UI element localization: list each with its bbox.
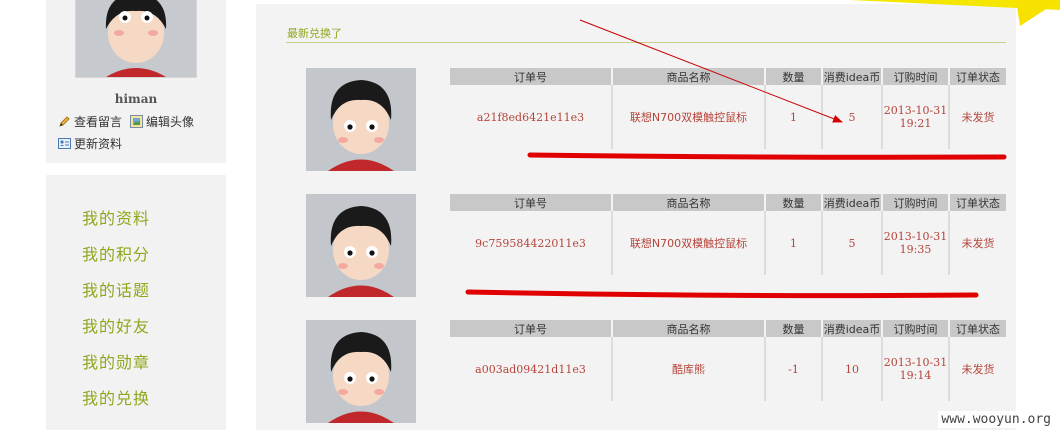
header-product-name: 商品名称 — [612, 194, 766, 211]
table-row: 9c759584422011e3 联想N700双模触控鼠标 1 5 2013-1… — [450, 211, 1006, 275]
view-messages-link[interactable]: 查看留言 — [58, 113, 122, 130]
sidebar-item-my-medals[interactable]: 我的勋章 — [82, 349, 150, 373]
table-row: a003ad09421d11e3 酷库熊 -1 10 2013-10-31 19:… — [450, 337, 1006, 401]
section-divider — [286, 42, 1006, 43]
header-order-time: 订购时间 — [882, 194, 950, 211]
order-table: 订单号 商品名称 数量 消费idea币 订购时间 订单状态 9c75958442… — [450, 194, 1006, 275]
header-quantity: 数量 — [765, 68, 823, 85]
order-product-avatar[interactable] — [306, 320, 416, 423]
edit-avatar-link[interactable]: 编辑头像 — [130, 113, 194, 130]
order-number-cell: 9c759584422011e3 — [450, 211, 613, 275]
header-order-no: 订单号 — [450, 68, 613, 85]
order-date: 2013-10-31 — [883, 356, 948, 369]
cost-cell: 5 — [822, 85, 883, 149]
header-order-time: 订购时间 — [882, 320, 950, 337]
profile-avatar[interactable] — [75, 0, 197, 78]
status-cell: 未发货 — [949, 337, 1006, 401]
order-product-avatar[interactable] — [306, 68, 416, 171]
order-table-header: 订单号 商品名称 数量 消费idea币 订购时间 订单状态 — [450, 68, 1006, 85]
header-order-time: 订购时间 — [882, 68, 950, 85]
order-date: 2013-10-31 — [883, 104, 948, 117]
sidebar-item-my-exchanges[interactable]: 我的兑换 — [82, 385, 150, 409]
order-table-header: 订单号 商品名称 数量 消费idea币 订购时间 订单状态 — [450, 194, 1006, 211]
header-cost: 消费idea币 — [822, 194, 883, 211]
header-order-status: 订单状态 — [949, 68, 1006, 85]
sidebar-nav: 我的资料 我的积分 我的话题 我的好友 我的勋章 我的兑换 — [46, 175, 226, 430]
order-clock: 19:21 — [899, 117, 932, 130]
profile-card: himan 查看留言 编辑头像 更新资料 — [46, 0, 226, 163]
order-table: 订单号 商品名称 数量 消费idea币 订购时间 订单状态 a003ad0942… — [450, 320, 1006, 401]
pencil-icon — [58, 115, 71, 128]
id-card-icon — [58, 137, 71, 150]
order-clock: 19:35 — [899, 243, 932, 256]
header-order-no: 订单号 — [450, 194, 613, 211]
header-order-no: 订单号 — [450, 320, 613, 337]
order-time-cell: 2013-10-31 19:35 — [882, 211, 950, 275]
header-quantity: 数量 — [765, 194, 823, 211]
section-title: 最新兑换了 — [287, 27, 342, 40]
picture-icon — [130, 115, 143, 128]
update-profile-link[interactable]: 更新资料 — [58, 135, 122, 152]
sidebar-item-my-topics[interactable]: 我的话题 — [82, 277, 150, 301]
header-order-status: 订单状态 — [949, 320, 1006, 337]
product-name-cell: 联想N700双模触控鼠标 — [612, 211, 766, 275]
order-product-avatar[interactable] — [306, 194, 416, 297]
order-clock: 19:14 — [899, 369, 932, 382]
table-row: a21f8ed6421e11e3 联想N700双模触控鼠标 1 5 2013-1… — [450, 85, 1006, 149]
cost-cell: 10 — [822, 337, 883, 401]
update-profile-label: 更新资料 — [74, 137, 123, 151]
watermark: www.wooyun.org — [938, 411, 1054, 428]
sidebar-item-my-points[interactable]: 我的积分 — [82, 241, 150, 265]
header-cost: 消费idea币 — [822, 68, 883, 85]
quantity-cell: -1 — [765, 337, 823, 401]
header-order-status: 订单状态 — [949, 194, 1006, 211]
cartoon-boy-avatar-icon — [306, 68, 416, 171]
order-number-cell: a003ad09421d11e3 — [450, 337, 613, 401]
header-quantity: 数量 — [765, 320, 823, 337]
sidebar-item-my-friends[interactable]: 我的好友 — [82, 313, 150, 337]
header-product-name: 商品名称 — [612, 68, 766, 85]
product-name-cell: 酷库熊 — [612, 337, 766, 401]
status-cell: 未发货 — [949, 211, 1006, 275]
order-number-cell: a21f8ed6421e11e3 — [450, 85, 613, 149]
cost-cell: 5 — [822, 211, 883, 275]
edit-avatar-label: 编辑头像 — [146, 115, 195, 129]
product-name-cell: 联想N700双模触控鼠标 — [612, 85, 766, 149]
status-cell: 未发货 — [949, 85, 1006, 149]
view-messages-label: 查看留言 — [74, 115, 123, 129]
profile-username: himan — [114, 92, 158, 106]
order-table-header: 订单号 商品名称 数量 消费idea币 订购时间 订单状态 — [450, 320, 1006, 337]
order-time-cell: 2013-10-31 19:14 — [882, 337, 950, 401]
order-table: 订单号 商品名称 数量 消费idea币 订购时间 订单状态 a21f8ed642… — [450, 68, 1006, 149]
header-product-name: 商品名称 — [612, 320, 766, 337]
header-cost: 消费idea币 — [822, 320, 883, 337]
cartoon-boy-avatar-icon — [76, 0, 196, 77]
order-time-cell: 2013-10-31 19:21 — [882, 85, 950, 149]
sidebar-item-my-profile[interactable]: 我的资料 — [82, 205, 150, 229]
cartoon-boy-avatar-icon — [306, 320, 416, 423]
quantity-cell: 1 — [765, 85, 823, 149]
cartoon-boy-avatar-icon — [306, 194, 416, 297]
order-date: 2013-10-31 — [883, 230, 948, 243]
quantity-cell: 1 — [765, 211, 823, 275]
